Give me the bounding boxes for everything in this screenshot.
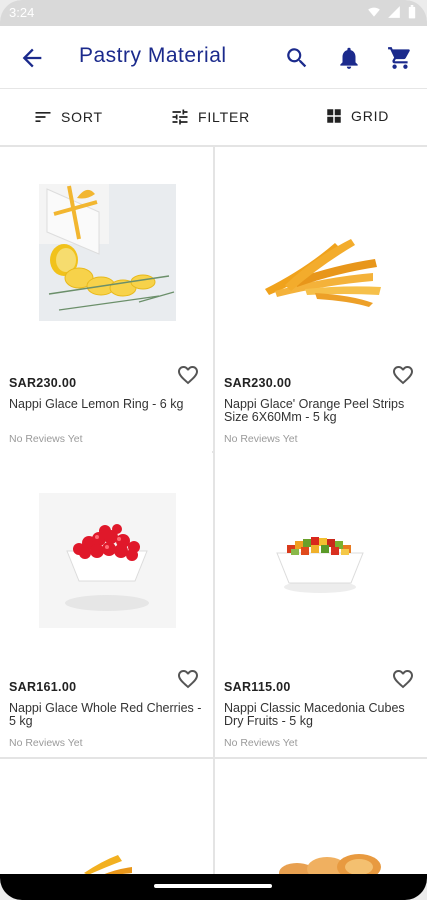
product-reviews: No Reviews Yet — [9, 433, 83, 445]
grid-label: GRID — [351, 108, 390, 124]
product-card[interactable]: SAR230.00 Nappi Glace Lemon Ring - 6 kg … — [0, 149, 212, 453]
product-name[interactable]: Nappi Glace Lemon Ring - 6 kg — [9, 398, 204, 411]
favorite-heart-icon[interactable] — [176, 667, 200, 691]
filter-label: FILTER — [198, 109, 250, 125]
notification-bell-icon[interactable] — [336, 45, 362, 71]
app-screen: 3:24 Pastry Material SORT FILTER GRID SA… — [0, 0, 427, 900]
product-card[interactable] — [215, 759, 427, 875]
product-card[interactable]: SAR115.00 Nappi Classic Macedonia Cubes … — [215, 453, 427, 757]
product-image-orange-peel — [265, 239, 381, 307]
product-card[interactable]: SAR161.00 Nappi Glace Whole Red Cherries… — [0, 453, 212, 757]
cart-icon[interactable] — [387, 45, 413, 71]
filter-sliders-icon — [172, 109, 188, 125]
favorite-heart-icon[interactable] — [391, 363, 415, 387]
home-gesture-handle[interactable] — [154, 884, 272, 888]
sort-filter-toolbar: SORT FILTER GRID — [0, 89, 427, 147]
sort-icon — [35, 112, 51, 122]
grid-icon — [327, 109, 341, 123]
product-image-red-cherries — [39, 493, 176, 628]
product-reviews: No Reviews Yet — [224, 737, 298, 749]
signal-icon — [388, 6, 400, 18]
product-price: SAR230.00 — [224, 376, 292, 390]
wifi-icon — [368, 7, 380, 17]
product-card[interactable] — [0, 759, 212, 875]
product-reviews: No Reviews Yet — [9, 737, 83, 749]
status-icons — [367, 5, 417, 19]
product-image-partial — [84, 855, 132, 875]
filter-button[interactable]: FILTER — [170, 107, 250, 127]
product-name[interactable]: Nappi Classic Macedonia Cubes Dry Fruits… — [224, 702, 419, 728]
product-image-lemon-ring — [39, 184, 176, 321]
product-name[interactable]: Nappi Glace Whole Red Cherries - 5 kg — [9, 702, 204, 728]
product-image-partial — [279, 854, 381, 875]
system-navigation-bar — [0, 874, 427, 900]
app-bar: Pastry Material — [0, 26, 427, 89]
product-reviews: No Reviews Yet — [224, 433, 298, 445]
product-price: SAR115.00 — [224, 680, 291, 694]
sort-button[interactable]: SORT — [33, 107, 103, 127]
search-icon[interactable] — [284, 45, 310, 71]
product-card[interactable]: SAR230.00 Nappi Glace' Orange Peel Strip… — [215, 149, 427, 453]
grid-view-button[interactable]: GRID — [325, 107, 389, 125]
sort-label: SORT — [61, 109, 103, 125]
back-arrow-icon[interactable] — [18, 44, 46, 72]
page-title: Pastry Material — [79, 44, 227, 67]
favorite-heart-icon[interactable] — [391, 667, 415, 691]
status-time: 3:24 — [9, 5, 35, 20]
favorite-heart-icon[interactable] — [176, 363, 200, 387]
product-price: SAR161.00 — [9, 680, 77, 694]
status-bar: 3:24 — [0, 0, 427, 26]
product-price: SAR230.00 — [9, 376, 77, 390]
battery-icon — [408, 5, 416, 19]
product-name[interactable]: Nappi Glace' Orange Peel Strips Size 6X6… — [224, 398, 419, 424]
product-image-macedonia-cubes — [276, 537, 364, 593]
